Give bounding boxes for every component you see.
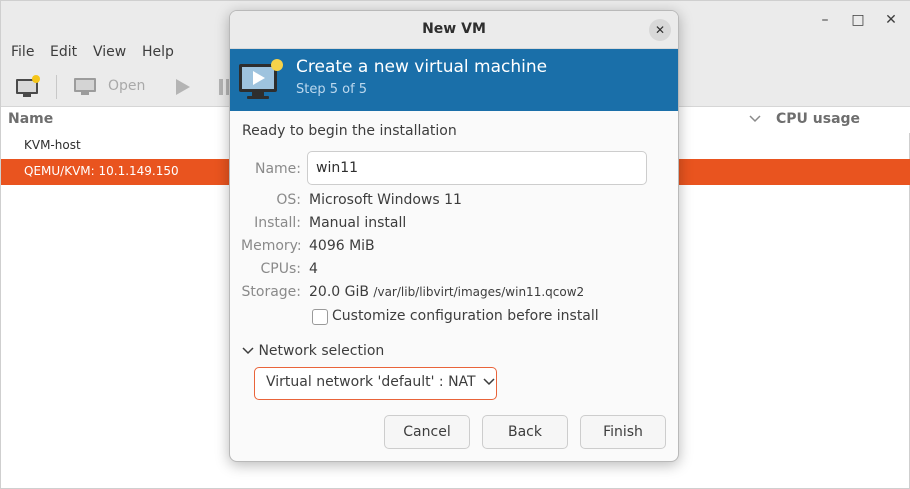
customize-checkbox[interactable] [312,309,328,325]
network-selection-label: Network selection [258,343,385,359]
storage-path: /var/lib/libvirt/images/win11.qcow2 [373,285,585,299]
cpus-label: CPUs: [260,261,301,277]
ready-heading: Ready to begin the installation [242,123,457,139]
banner-step: Step 5 of 5 [296,82,368,97]
finish-button[interactable]: Finish [580,415,666,449]
toolbar-separator [56,75,57,99]
new-vm-dialog: New VM ✕ Create a new virtual machine St… [229,10,679,462]
install-value: Manual install [309,215,407,231]
chevron-down-icon [483,378,495,386]
memory-label: Memory: [241,238,302,254]
cancel-button[interactable]: Cancel [384,415,470,449]
customize-label[interactable]: Customize configuration before install [332,308,599,324]
menu-view[interactable]: View [93,44,126,60]
monitor-icon [73,77,97,101]
play-icon[interactable] [175,77,191,101]
chevron-down-icon[interactable] [749,111,761,131]
back-button[interactable]: Back [482,415,568,449]
network-dropdown-value: Virtual network 'default' : NAT [266,374,476,390]
computer-plus-icon[interactable] [15,75,41,103]
column-name[interactable]: Name [8,111,53,127]
os-label: OS: [276,192,301,208]
name-label: Name: [254,161,301,177]
close-button[interactable]: ✕ [880,9,902,31]
computer-star-icon [238,58,284,106]
dialog-title: New VM [422,21,486,37]
network-dropdown[interactable]: Virtual network 'default' : NAT [254,367,497,400]
menu-edit[interactable]: Edit [50,44,77,60]
open-button[interactable]: Open [108,78,145,94]
storage-label: Storage: [241,284,302,300]
menu-help[interactable]: Help [142,44,174,60]
storage-value: 20.0 GiB /var/lib/libvirt/images/win11.q… [309,284,584,300]
memory-value: 4096 MiB [309,238,375,254]
dialog-titlebar: New VM ✕ [230,11,678,49]
install-label: Install: [254,215,301,231]
menu-file[interactable]: File [11,44,34,60]
column-cpu-usage[interactable]: CPU usage [776,111,860,127]
maximize-button[interactable]: □ [847,9,869,31]
storage-size: 20.0 GiB [309,284,369,300]
cpus-value: 4 [309,261,318,277]
chevron-down-icon [242,347,254,355]
banner-title: Create a new virtual machine [296,57,548,77]
close-icon[interactable]: ✕ [649,19,671,41]
connection-label: QEMU/KVM: 10.1.149.150 [24,164,179,178]
connection-label: KVM-host [24,138,81,152]
name-field[interactable] [307,151,647,185]
os-value: Microsoft Windows 11 [309,192,462,208]
network-selection-expander[interactable]: Network selection [242,343,384,359]
minimize-button[interactable]: – [814,9,836,31]
dialog-banner: Create a new virtual machine Step 5 of 5 [230,49,678,111]
